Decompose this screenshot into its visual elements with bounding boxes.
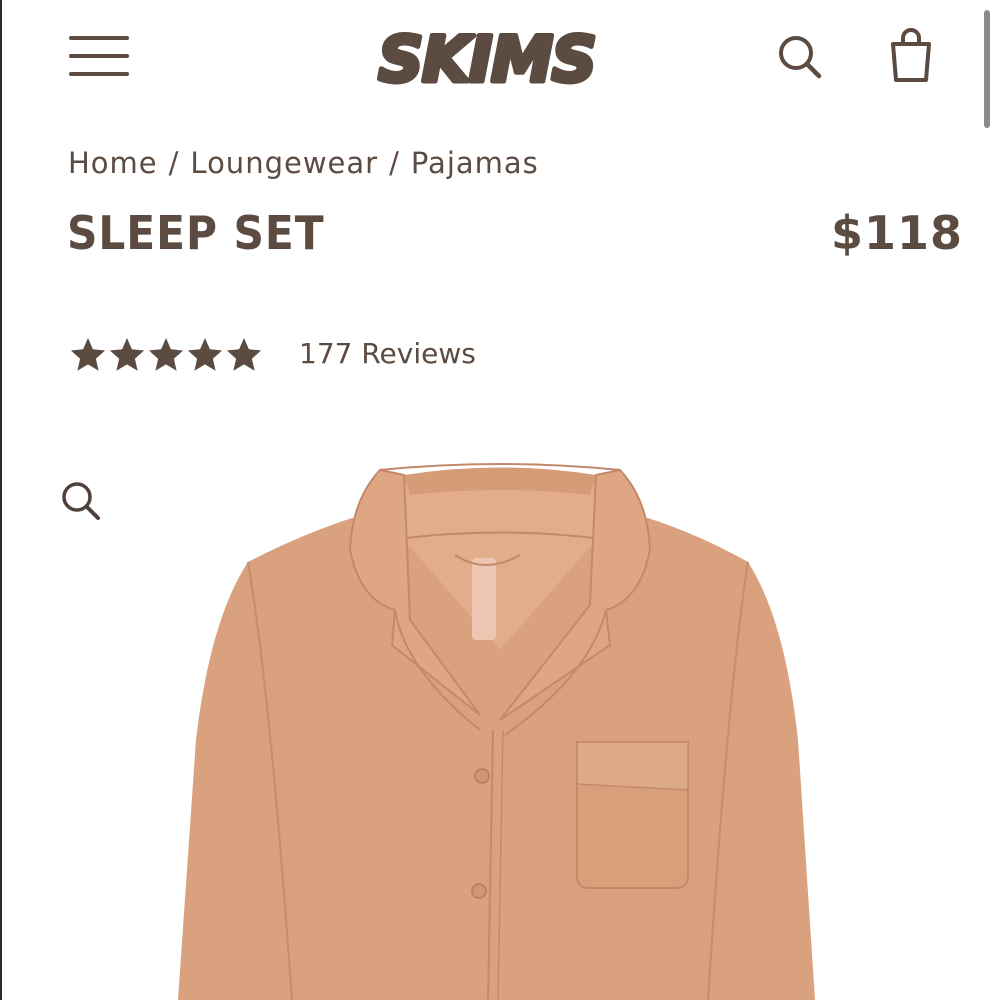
product-image[interactable]: [0, 440, 1000, 1001]
product-price: $118: [830, 206, 963, 260]
breadcrumb-home[interactable]: Home: [68, 146, 158, 180]
reviews-link[interactable]: 177 Reviews: [299, 337, 476, 370]
rating-stars[interactable]: [68, 335, 264, 375]
star-icon: [109, 338, 145, 371]
breadcrumb-separator: /: [389, 146, 400, 180]
image-zoom-button[interactable]: [58, 478, 104, 524]
breadcrumb-pajamas[interactable]: Pajamas: [411, 146, 539, 180]
shopping-bag-icon[interactable]: [886, 26, 936, 86]
product-title: SLEEP SET: [67, 206, 325, 260]
breadcrumb: Home / Loungewear / Pajamas: [68, 146, 539, 180]
logo-text: SKIMS: [378, 24, 595, 94]
scrollbar-thumb[interactable]: [984, 10, 990, 128]
star-icon: [148, 338, 184, 371]
skims-logo[interactable]: SKIMS: [356, 21, 618, 99]
star-icon: [226, 338, 262, 371]
star-icon: [187, 338, 223, 371]
star-icon: [70, 338, 106, 371]
search-icon[interactable]: [774, 31, 826, 83]
hamburger-menu-icon[interactable]: [69, 34, 129, 80]
breadcrumb-separator: /: [168, 146, 180, 180]
breadcrumb-loungewear[interactable]: Loungewear: [190, 146, 378, 180]
magnifier-zoom-icon: [62, 482, 100, 520]
